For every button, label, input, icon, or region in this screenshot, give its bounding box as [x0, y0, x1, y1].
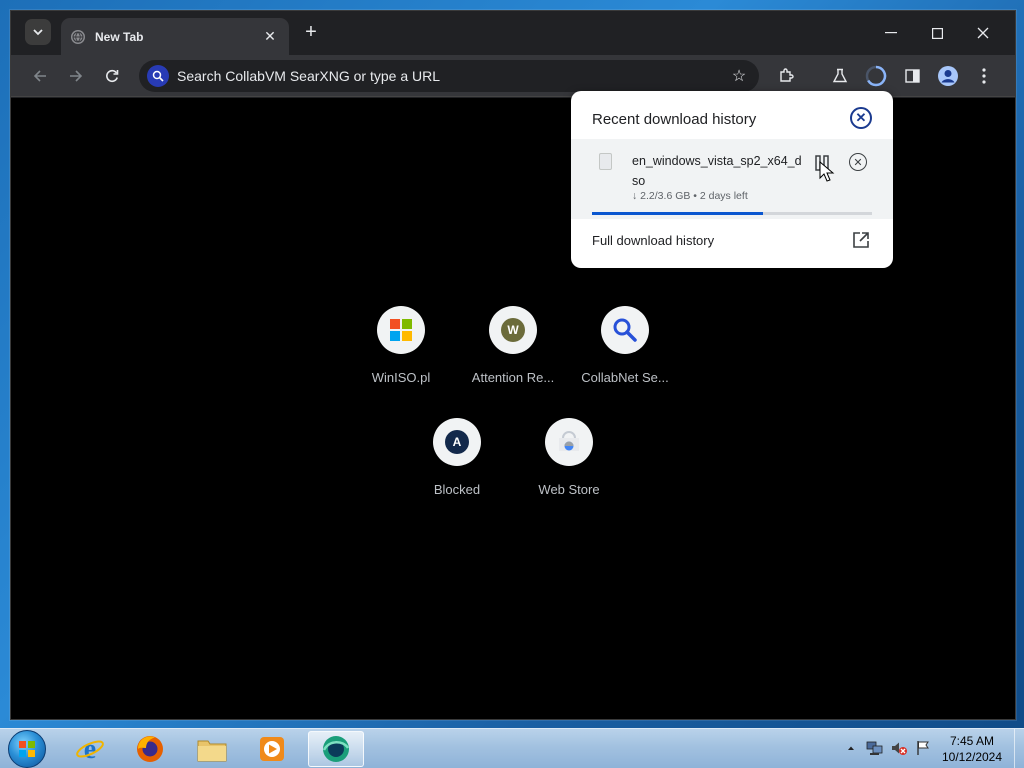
star-icon[interactable]: ☆ [727, 66, 751, 86]
clock-date: 10/12/2024 [941, 750, 1003, 764]
globe-icon [71, 29, 85, 44]
back-button[interactable] [25, 61, 55, 91]
firefox-icon [137, 736, 163, 762]
collabvm-icon [322, 736, 350, 762]
tab-search-button[interactable] [25, 19, 51, 45]
mouse-cursor-icon [819, 161, 835, 182]
chevron-up-icon [848, 746, 854, 750]
network-icon [866, 741, 883, 755]
tab-close-icon[interactable]: ✕ [261, 28, 279, 45]
close-icon [977, 27, 989, 39]
forward-icon [70, 70, 83, 82]
side-panel-icon [904, 69, 920, 83]
minimize-icon [885, 32, 897, 34]
maximize-icon [931, 27, 943, 39]
shortcut-collabnet[interactable]: CollabNet Se... [569, 306, 681, 385]
omnibox[interactable]: Search CollabVM SearXNG or type a URL ☆ [139, 60, 759, 92]
taskbar-file-explorer[interactable] [184, 731, 240, 767]
tab-new-tab[interactable]: New Tab ✕ [61, 18, 289, 55]
forward-button[interactable] [61, 61, 91, 91]
file-icon [599, 153, 612, 170]
open-external-icon[interactable] [852, 231, 870, 249]
download-progress-bar [592, 212, 872, 215]
action-center-tray[interactable] [914, 739, 932, 757]
shortcut-winiso[interactable]: WinISO.pl [345, 306, 457, 385]
close-icon[interactable]: ✕ [850, 107, 872, 129]
windows-logo-icon [377, 306, 425, 354]
shortcut-label: Attention Re... [471, 370, 555, 385]
svg-text:e: e [84, 734, 96, 764]
download-bubble-title: Recent download history [592, 111, 757, 128]
profile-icon [938, 66, 958, 86]
chevron-down-icon [33, 29, 43, 36]
internet-explorer-icon: e [76, 734, 104, 764]
back-icon [33, 70, 46, 82]
show-hidden-icons[interactable] [842, 739, 860, 757]
labs-icon [832, 68, 848, 83]
menu-button[interactable] [969, 61, 999, 91]
taskbar-media-player[interactable] [244, 731, 300, 767]
download-status: ↓ 2.2/3.6 GB • 2 days left [632, 190, 748, 202]
shortcut-label: CollabNet Se... [581, 370, 669, 385]
system-clock[interactable]: 7:45 AM 10/12/2024 [936, 733, 1008, 765]
volume-muted-icon [892, 742, 907, 755]
volume-tray[interactable] [890, 739, 908, 757]
reload-button[interactable] [97, 61, 127, 91]
download-item[interactable]: en_windows_vista_sp2_x64_d so ↓ 2.2/3.6 … [571, 139, 893, 219]
close-window-button[interactable] [961, 19, 1005, 47]
download-bubble: Recent download history ✕ en_windows_vis… [571, 91, 893, 268]
shortcut-label: Web Store [538, 482, 600, 497]
start-button[interactable] [8, 730, 46, 768]
show-desktop-button[interactable] [1014, 729, 1024, 768]
tab-strip: New Tab ✕ + [11, 11, 1015, 55]
shortcut-label: WinISO.pl [371, 370, 431, 385]
file-explorer-icon [197, 740, 227, 762]
web-store-icon [545, 418, 593, 466]
search-engine-icon [147, 65, 169, 87]
extensions-button[interactable] [771, 61, 801, 91]
downloads-icon [865, 65, 887, 87]
shortcut-attention[interactable]: W Attention Re... [457, 306, 569, 385]
cancel-download-icon[interactable]: ✕ [849, 153, 867, 171]
media-player-icon [260, 737, 284, 761]
download-progress-fill [592, 212, 763, 215]
shortcut-label: Blocked [433, 482, 481, 497]
side-panel-button[interactable] [897, 61, 927, 91]
network-tray[interactable] [866, 739, 884, 757]
extensions-icon [780, 68, 794, 82]
taskbar: e 7:45 AM 10/12/2024 [0, 728, 1024, 768]
letter-w-icon: W [501, 318, 525, 342]
clock-time: 7:45 AM [949, 734, 995, 748]
taskbar-collabvm[interactable] [308, 731, 364, 767]
omnibox-placeholder: Search CollabVM SearXNG or type a URL [177, 68, 440, 84]
menu-icon [982, 68, 986, 84]
downloads-button[interactable] [861, 61, 891, 91]
taskbar-internet-explorer[interactable]: e [62, 731, 118, 767]
maximize-button[interactable] [915, 19, 959, 47]
new-tab-button[interactable]: + [299, 21, 323, 45]
reload-icon [106, 69, 119, 83]
taskbar-firefox[interactable] [122, 731, 178, 767]
full-download-history-link[interactable]: Full download history [592, 233, 714, 248]
tab-title: New Tab [95, 29, 144, 44]
shortcut-web-store[interactable]: Web Store [513, 418, 625, 497]
profile-button[interactable] [933, 61, 963, 91]
minimize-button[interactable] [869, 19, 913, 47]
labs-button[interactable] [825, 61, 855, 91]
flag-icon [917, 741, 929, 755]
search-icon [601, 306, 649, 354]
letter-a-icon: A [445, 430, 469, 454]
shortcut-blocked[interactable]: A Blocked [401, 418, 513, 497]
windows-logo-icon [19, 741, 35, 757]
download-filename: en_windows_vista_sp2_x64_d so [632, 154, 802, 188]
